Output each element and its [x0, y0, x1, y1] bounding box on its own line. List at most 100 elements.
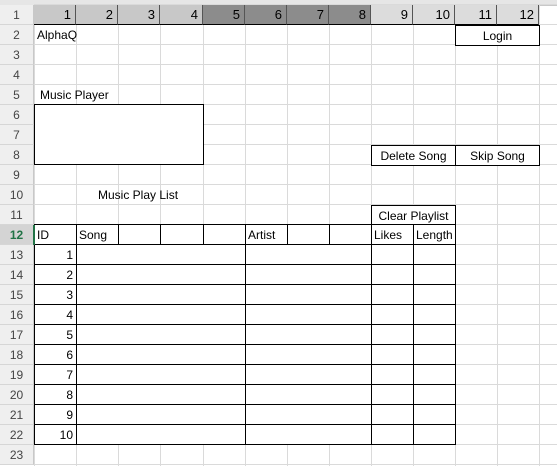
- row-header-10[interactable]: 10: [0, 185, 34, 205]
- row-id[interactable]: 8: [34, 384, 77, 405]
- column-number-1: 1: [34, 5, 76, 25]
- column-number-4: 4: [160, 5, 203, 25]
- header-cell: [118, 224, 161, 245]
- row-id[interactable]: 7: [34, 364, 77, 385]
- song-cell[interactable]: [76, 264, 246, 285]
- row-header-18[interactable]: 18: [0, 345, 34, 365]
- row-header-8[interactable]: 8: [0, 145, 34, 165]
- column-number-5: 5: [203, 5, 245, 25]
- song-cell[interactable]: [76, 244, 246, 265]
- row-header-12[interactable]: 12: [0, 225, 34, 245]
- song-cell[interactable]: [76, 324, 246, 345]
- gridline: [539, 5, 540, 466]
- row-header-23[interactable]: 23: [0, 445, 34, 465]
- artist-cell[interactable]: [245, 344, 372, 365]
- row-header-19[interactable]: 19: [0, 365, 34, 385]
- delete-song-button[interactable]: Delete Song: [371, 145, 456, 166]
- row-id[interactable]: 4: [34, 304, 77, 325]
- row-id[interactable]: 5: [34, 324, 77, 345]
- artist-cell[interactable]: [245, 364, 372, 385]
- row-header-16[interactable]: 16: [0, 305, 34, 325]
- length-cell[interactable]: [413, 284, 456, 305]
- artist-cell[interactable]: [245, 384, 372, 405]
- active-cell-indicator: [33, 225, 35, 245]
- row-header-9[interactable]: 9: [0, 165, 34, 185]
- column-number-6: 6: [245, 5, 287, 25]
- row-header-22[interactable]: 22: [0, 425, 34, 445]
- skip-song-button[interactable]: Skip Song: [455, 145, 540, 166]
- likes-cell[interactable]: [371, 244, 414, 265]
- song-cell[interactable]: [76, 364, 246, 385]
- row-header-15[interactable]: 15: [0, 285, 34, 305]
- music-player-area[interactable]: [34, 104, 204, 165]
- likes-cell[interactable]: [371, 324, 414, 345]
- likes-cell[interactable]: [371, 424, 414, 445]
- length-cell[interactable]: [413, 384, 456, 405]
- row-header-11[interactable]: 11: [0, 205, 34, 225]
- header-song: Song: [76, 224, 119, 245]
- row-header-4[interactable]: 4: [0, 65, 34, 85]
- likes-cell[interactable]: [371, 404, 414, 425]
- header-length: Length: [413, 224, 456, 245]
- row-header-17[interactable]: 17: [0, 325, 34, 345]
- row-id[interactable]: 3: [34, 284, 77, 305]
- header-artist: Artist: [245, 224, 288, 245]
- playlist-title: Music Play List: [98, 188, 179, 202]
- length-cell[interactable]: [413, 344, 456, 365]
- song-cell[interactable]: [76, 404, 246, 425]
- artist-cell[interactable]: [245, 324, 372, 345]
- likes-cell[interactable]: [371, 384, 414, 405]
- login-button[interactable]: Login: [455, 25, 540, 46]
- length-cell[interactable]: [413, 364, 456, 385]
- length-cell[interactable]: [413, 244, 456, 265]
- clear-playlist-button[interactable]: Clear Playlist: [371, 205, 456, 226]
- gridline: [34, 464, 557, 465]
- spreadsheet[interactable]: 1 2 3 4 5 6 7 8 9 10 11 12 13 14 15 16 17 18 19 20 21 22 23 1 2 3…: [0, 0, 557, 466]
- row-id[interactable]: 6: [34, 344, 77, 365]
- song-cell[interactable]: [76, 344, 246, 365]
- likes-cell[interactable]: [371, 304, 414, 325]
- row-header-2[interactable]: 2: [0, 25, 34, 45]
- song-cell[interactable]: [76, 424, 246, 445]
- song-cell[interactable]: [76, 304, 246, 325]
- header-id: ID: [34, 224, 77, 245]
- artist-cell[interactable]: [245, 284, 372, 305]
- likes-cell[interactable]: [371, 344, 414, 365]
- likes-cell[interactable]: [371, 264, 414, 285]
- column-number-3: 3: [118, 5, 160, 25]
- likes-cell[interactable]: [371, 364, 414, 385]
- length-cell[interactable]: [413, 404, 456, 425]
- artist-cell[interactable]: [245, 404, 372, 425]
- row-header-1[interactable]: 1: [0, 5, 34, 25]
- row-header-3[interactable]: 3: [0, 45, 34, 65]
- row-header-6[interactable]: 6: [0, 105, 34, 125]
- artist-cell[interactable]: [245, 264, 372, 285]
- length-cell[interactable]: [413, 264, 456, 285]
- column-number-7: 7: [287, 5, 329, 25]
- likes-cell[interactable]: [371, 284, 414, 305]
- song-cell[interactable]: [76, 284, 246, 305]
- row-id[interactable]: 9: [34, 404, 77, 425]
- app-title: AlphaQ: [37, 28, 78, 42]
- row-header-5[interactable]: 5: [0, 85, 34, 105]
- row-header-14[interactable]: 14: [0, 265, 34, 285]
- artist-cell[interactable]: [245, 424, 372, 445]
- row-id[interactable]: 10: [34, 424, 77, 445]
- header-cell: [329, 224, 372, 245]
- row-header-7[interactable]: 7: [0, 125, 34, 145]
- column-number-8: 8: [329, 5, 371, 25]
- row-id[interactable]: 1: [34, 244, 77, 265]
- row-id[interactable]: 2: [34, 264, 77, 285]
- column-number-10: 10: [413, 5, 455, 25]
- row-header-21[interactable]: 21: [0, 405, 34, 425]
- row-header-20[interactable]: 20: [0, 385, 34, 405]
- length-cell[interactable]: [413, 424, 456, 445]
- artist-cell[interactable]: [245, 304, 372, 325]
- song-cell[interactable]: [76, 384, 246, 405]
- length-cell[interactable]: [413, 324, 456, 345]
- column-number-12: 12: [497, 5, 539, 25]
- length-cell[interactable]: [413, 304, 456, 325]
- artist-cell[interactable]: [245, 244, 372, 265]
- row-header-13[interactable]: 13: [0, 245, 34, 265]
- header-likes: Likes: [371, 224, 414, 245]
